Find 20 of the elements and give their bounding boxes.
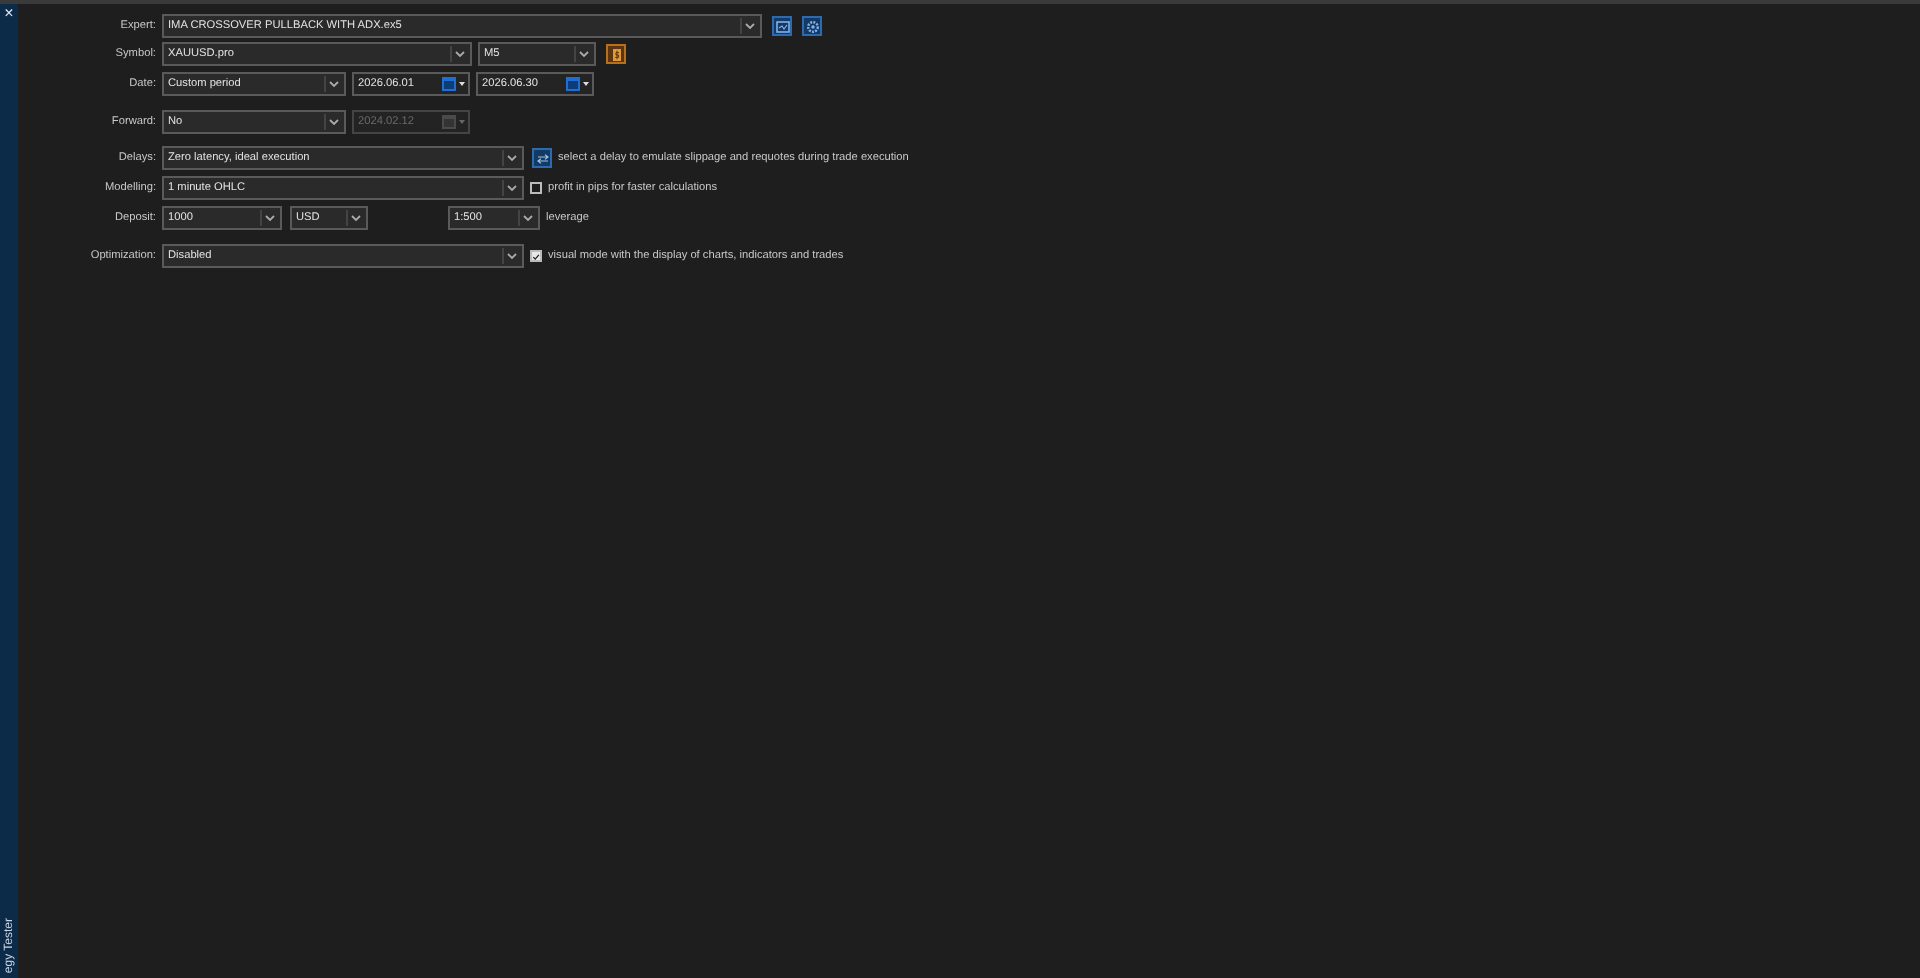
chevron-down-icon <box>518 210 536 226</box>
chevron-down-icon <box>324 114 342 130</box>
chevron-down-icon <box>324 76 342 92</box>
chevron-down-icon <box>450 46 468 62</box>
chevron-down-icon <box>502 180 520 196</box>
chart-button[interactable] <box>772 16 792 36</box>
chevron-down-icon <box>346 210 364 226</box>
calendar-icon[interactable] <box>440 76 466 92</box>
chevron-down-icon <box>502 248 520 264</box>
chevron-down-icon <box>574 46 592 62</box>
close-icon[interactable]: × <box>4 6 14 22</box>
delay-button[interactable] <box>532 148 552 168</box>
settings-button[interactable] <box>802 16 822 36</box>
chevron-down-icon <box>740 18 758 34</box>
chevron-down-icon <box>260 210 278 226</box>
checkbox[interactable] <box>530 250 542 262</box>
symbol-button[interactable] <box>606 44 626 64</box>
checkbox[interactable] <box>530 182 542 194</box>
chevron-down-icon <box>502 150 520 166</box>
calendar-icon[interactable] <box>564 76 590 92</box>
